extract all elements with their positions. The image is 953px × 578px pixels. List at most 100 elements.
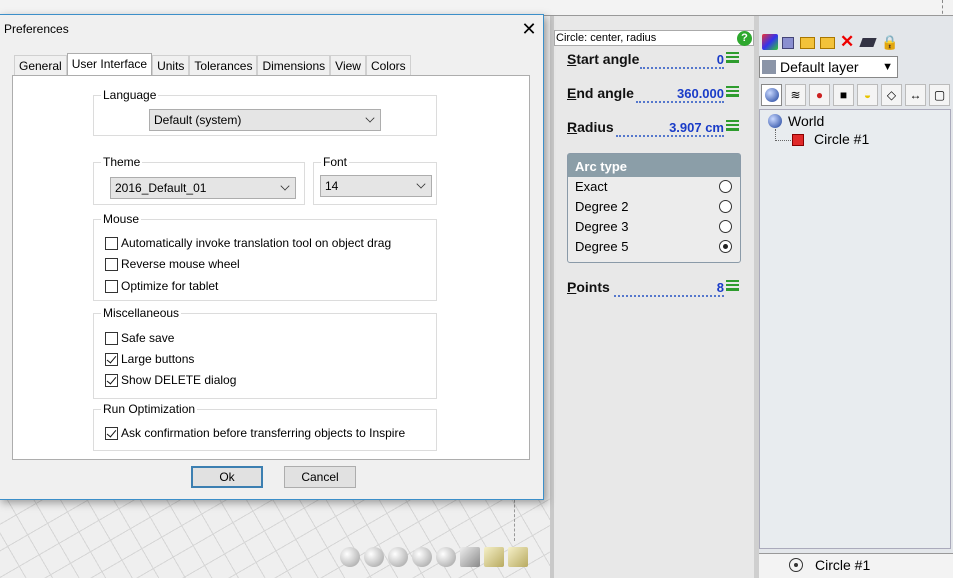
radio-degree-2[interactable] bbox=[719, 200, 732, 213]
cube-view-icon[interactable] bbox=[460, 547, 480, 567]
checkbox-box[interactable] bbox=[105, 258, 118, 271]
font-value: 14 bbox=[325, 179, 339, 193]
rendered-view-icon[interactable] bbox=[388, 547, 408, 567]
tree-node-label: Circle #1 bbox=[814, 131, 870, 147]
reverse-wheel-checkbox[interactable]: Reverse mouse wheel bbox=[105, 257, 240, 273]
radio-exact[interactable] bbox=[719, 180, 732, 193]
checkbox-label: Safe save bbox=[121, 331, 175, 345]
radius-label: Radius bbox=[567, 119, 614, 135]
light-bulb-icon: ◒ bbox=[863, 88, 872, 102]
cancel-button[interactable]: Cancel bbox=[284, 466, 356, 488]
shaded-view-icon[interactable] bbox=[364, 547, 384, 567]
lock-icon[interactable]: 🔒 bbox=[881, 34, 898, 50]
tab-colors[interactable]: Colors bbox=[365, 55, 411, 75]
arc-option-degree-5[interactable]: Degree 5 bbox=[568, 237, 740, 257]
tab-general[interactable]: General bbox=[14, 55, 67, 75]
tree-connector bbox=[775, 129, 791, 141]
tab-objects[interactable]: ▢ bbox=[929, 84, 950, 106]
arc-option-label: Exact bbox=[575, 179, 608, 194]
points-menu-icon[interactable] bbox=[726, 280, 739, 291]
mouse-group: Mouse Automatically invoke translation t… bbox=[93, 212, 437, 301]
checkbox-label: Large buttons bbox=[121, 352, 195, 366]
arc-option-degree-3[interactable]: Degree 3 bbox=[568, 217, 740, 237]
font-group: Font 14 bbox=[313, 155, 437, 205]
checkbox-box[interactable] bbox=[105, 374, 118, 387]
chevron-down-icon bbox=[280, 181, 290, 191]
checkbox-box[interactable] bbox=[105, 237, 118, 250]
language-select[interactable]: Default (system) bbox=[149, 109, 381, 131]
close-icon[interactable]: ✕ bbox=[519, 17, 539, 41]
wireframe-view-icon[interactable] bbox=[340, 547, 360, 567]
arc-option-exact[interactable]: Exact bbox=[568, 177, 740, 197]
folder-icon[interactable] bbox=[820, 37, 835, 49]
checkbox-box[interactable] bbox=[105, 427, 118, 440]
show-delete-dialog-checkbox[interactable]: Show DELETE dialog bbox=[105, 373, 236, 389]
tab-panel-user-interface: Language Default (system) Theme 2016_Def… bbox=[12, 75, 530, 460]
delete-icon[interactable]: ✕ bbox=[840, 33, 856, 50]
tree-node-world[interactable]: World bbox=[768, 113, 824, 129]
checkbox-box[interactable] bbox=[105, 353, 118, 366]
ask-confirmation-checkbox[interactable]: Ask confirmation before transferring obj… bbox=[105, 426, 405, 442]
start-angle-row[interactable]: Start angle bbox=[567, 51, 639, 67]
radio-degree-3[interactable] bbox=[719, 220, 732, 233]
radius-value[interactable]: 3.907 cm bbox=[616, 120, 724, 137]
arc-type-group: Arc type Exact Degree 2 Degree 3 Degree … bbox=[567, 153, 741, 263]
checkbox-label: Show DELETE dialog bbox=[121, 373, 237, 387]
cube-grid-icon[interactable] bbox=[508, 547, 528, 567]
start-angle-value[interactable]: 0 bbox=[640, 52, 724, 69]
tab-tolerances[interactable]: Tolerances bbox=[189, 55, 258, 75]
tab-world[interactable] bbox=[761, 84, 782, 106]
tab-cameras[interactable]: ■ bbox=[833, 84, 854, 106]
cube-shaded-icon[interactable] bbox=[484, 547, 504, 567]
points-row[interactable]: Points bbox=[567, 279, 610, 295]
materials-icon: ● bbox=[815, 88, 824, 102]
run-optimization-group: Run Optimization Ask confirmation before… bbox=[93, 402, 437, 451]
layers-view-icon[interactable] bbox=[412, 547, 432, 567]
font-select[interactable]: 14 bbox=[320, 175, 432, 197]
tab-planes[interactable]: ◇ bbox=[881, 84, 902, 106]
large-buttons-checkbox[interactable]: Large buttons bbox=[105, 352, 194, 368]
layer-select[interactable]: Default layer ▼ bbox=[759, 56, 898, 78]
chevron-down-icon: ▼ bbox=[882, 61, 893, 73]
tab-dimensions[interactable]: Dimensions bbox=[257, 55, 331, 75]
font-label: Font bbox=[321, 155, 350, 169]
checkbox-box[interactable] bbox=[105, 280, 118, 293]
radius-row[interactable]: Radius bbox=[567, 119, 614, 135]
end-angle-menu-icon[interactable] bbox=[726, 86, 739, 97]
layer-select-value: Default layer bbox=[780, 59, 859, 75]
help-icon[interactable]: ? bbox=[737, 31, 752, 46]
end-angle-value[interactable]: 360.000 bbox=[636, 86, 724, 103]
tab-user-interface[interactable]: User Interface bbox=[66, 53, 153, 75]
open-folder-icon[interactable] bbox=[800, 37, 815, 49]
tree-node-label: World bbox=[788, 113, 825, 129]
tab-view[interactable]: View bbox=[330, 55, 366, 75]
command-field[interactable]: Circle: center, radius bbox=[554, 30, 754, 46]
language-label: Language bbox=[101, 88, 159, 102]
half-sphere-view-icon[interactable] bbox=[436, 547, 456, 567]
tab-units[interactable]: Units bbox=[152, 55, 190, 75]
theme-label: Theme bbox=[101, 155, 143, 169]
tab-layers[interactable]: ≋ bbox=[785, 84, 806, 106]
auto-translate-checkbox[interactable]: Automatically invoke translation tool on… bbox=[105, 236, 391, 252]
arc-option-label: Degree 5 bbox=[575, 239, 629, 254]
ok-button[interactable]: Ok bbox=[191, 466, 263, 488]
end-angle-row[interactable]: End angle bbox=[567, 85, 634, 101]
start-angle-menu-icon[interactable] bbox=[726, 52, 739, 63]
new-layer-icon[interactable] bbox=[782, 37, 794, 49]
globe-icon bbox=[764, 88, 779, 102]
tree-node-circle[interactable]: Circle #1 bbox=[792, 131, 869, 147]
tab-lights[interactable]: ◒ bbox=[857, 84, 878, 106]
optimize-tablet-checkbox[interactable]: Optimize for tablet bbox=[105, 279, 218, 295]
theme-select[interactable]: 2016_Default_01 bbox=[110, 177, 296, 199]
tab-materials[interactable]: ● bbox=[809, 84, 830, 106]
arc-option-degree-2[interactable]: Degree 2 bbox=[568, 197, 740, 217]
preferences-tabs: General User Interface Units Tolerances … bbox=[14, 53, 411, 75]
radius-menu-icon[interactable] bbox=[726, 120, 739, 131]
palette-icon[interactable] bbox=[762, 34, 778, 50]
start-angle-label: Start angle bbox=[567, 51, 640, 67]
checkbox-box[interactable] bbox=[105, 332, 118, 345]
points-value[interactable]: 8 bbox=[614, 280, 724, 297]
tab-dimensions[interactable]: ↔ bbox=[905, 84, 926, 106]
safe-save-checkbox[interactable]: Safe save bbox=[105, 331, 174, 347]
radio-degree-5[interactable] bbox=[719, 240, 732, 253]
